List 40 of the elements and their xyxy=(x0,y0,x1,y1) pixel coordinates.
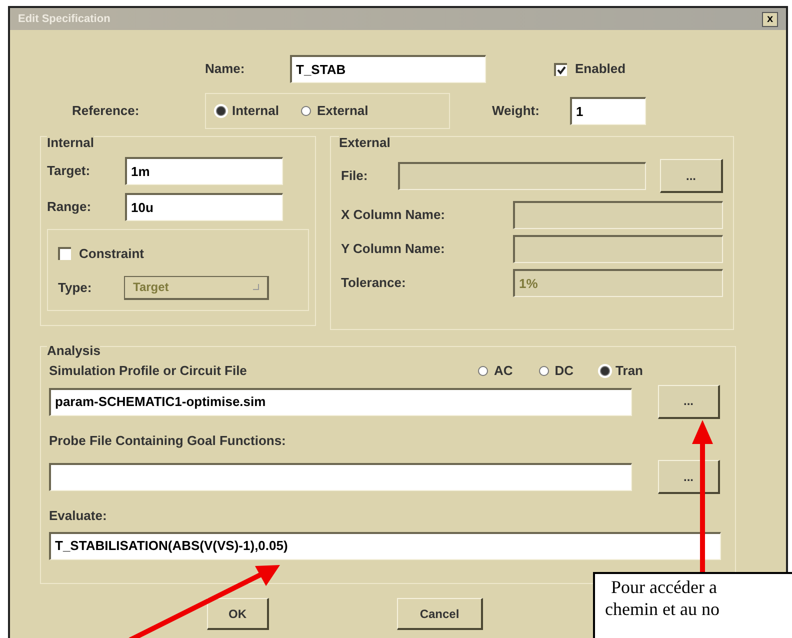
browse-button[interactable]: ... xyxy=(658,460,720,494)
checkbox[interactable]: Enabled xyxy=(554,59,626,79)
input-field[interactable] xyxy=(398,162,646,190)
browse-button[interactable]: ... xyxy=(658,384,720,418)
field-label: Name: xyxy=(205,60,246,78)
field-label: X Column Name: xyxy=(341,206,446,224)
callout-text: chemin et au no xyxy=(605,598,720,620)
close-button[interactable]: x xyxy=(762,12,778,26)
field-label: Reference: xyxy=(72,102,140,120)
input-field[interactable]: 1 xyxy=(570,97,646,125)
radio-option[interactable]: DC xyxy=(538,361,574,380)
field-label: Probe File Containing Goal Functions: xyxy=(49,432,287,450)
field-label: Tolerance: xyxy=(341,274,407,292)
input-field[interactable] xyxy=(513,235,723,263)
radio-option[interactable]: External xyxy=(300,101,368,121)
field-label: Target: xyxy=(47,162,92,180)
input-field[interactable]: 1m xyxy=(125,157,283,185)
field-label: Type: xyxy=(58,278,93,297)
cancel-button[interactable]: Cancel xyxy=(397,598,483,630)
callout-text: Pour accéder a xyxy=(611,576,717,598)
radio-option[interactable]: AC xyxy=(478,361,513,380)
field-label: File: xyxy=(341,167,369,186)
radio-option[interactable]: Tran xyxy=(600,361,643,380)
field-label: Y Column Name: xyxy=(341,240,446,258)
field-label: Weight: xyxy=(492,102,540,120)
input-field[interactable] xyxy=(513,201,723,229)
browse-button[interactable]: ... xyxy=(660,159,723,193)
field-label: Evaluate: xyxy=(49,507,108,525)
check-icon xyxy=(557,66,566,74)
input-field[interactable]: T_STABILISATION(ABS(V(VS)-1),0.05) xyxy=(49,532,721,560)
checkbox[interactable]: Constraint xyxy=(58,244,298,264)
input-field[interactable]: 10u xyxy=(125,193,283,221)
window-title: Edit Specification xyxy=(18,12,110,27)
radio-option[interactable]: Internal xyxy=(216,101,279,121)
input-field[interactable]: T_STAB xyxy=(290,55,486,83)
input-field[interactable]: param-SCHEMATIC1-optimise.sim xyxy=(49,388,632,416)
field-label: Range: xyxy=(47,198,92,216)
input-field[interactable] xyxy=(49,463,632,491)
field-label: Simulation Profile or Circuit File xyxy=(49,362,247,380)
ok-button[interactable]: OK xyxy=(207,598,269,630)
